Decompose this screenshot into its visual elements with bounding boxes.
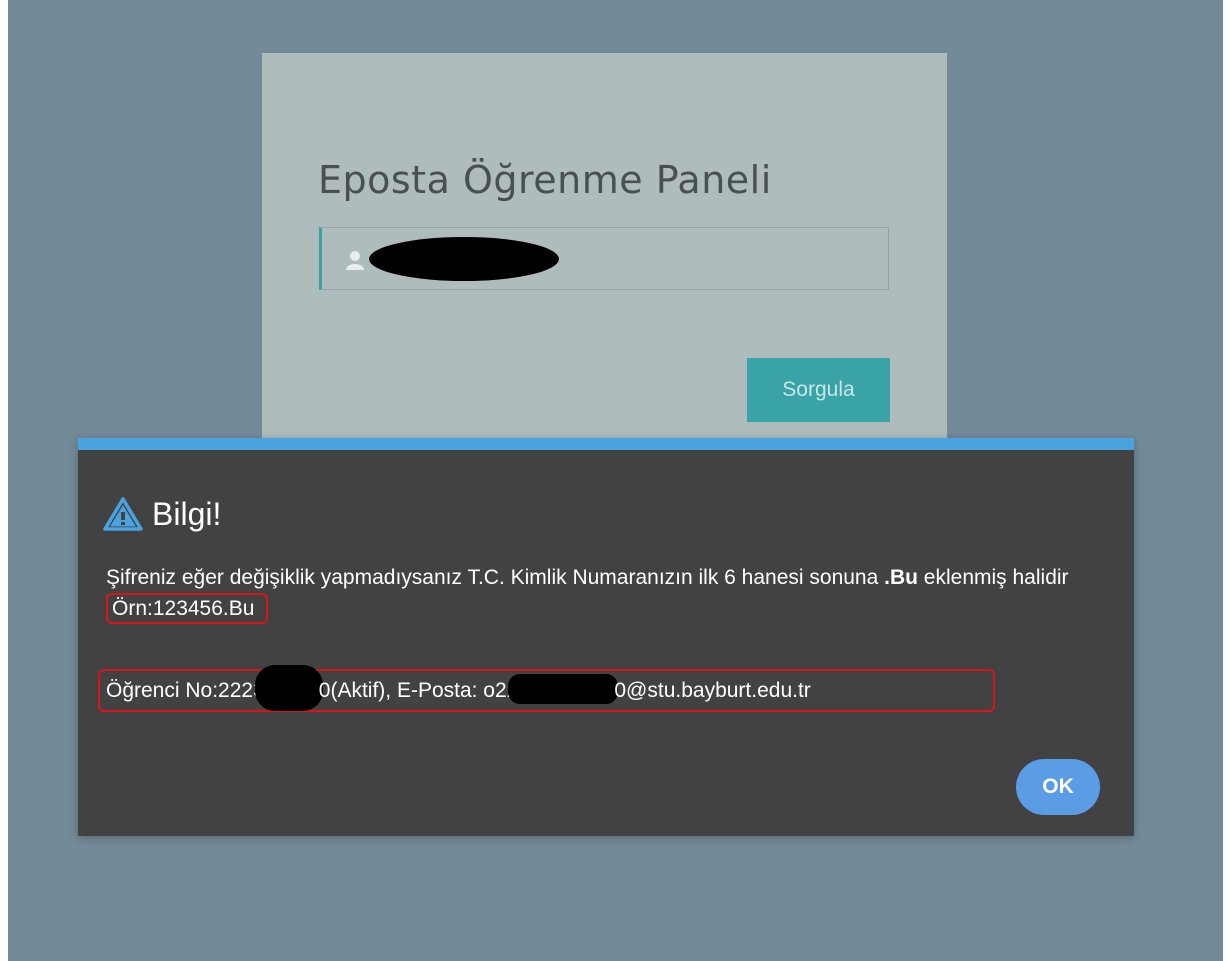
ok-button[interactable]: OK <box>1016 759 1100 815</box>
dialog-message: Şifreniz eğer değişiklik yapmadıysanız T… <box>106 562 1106 624</box>
redaction-mark <box>254 665 323 712</box>
password-example-highlight: Örn:123456.Bu <box>106 593 269 624</box>
login-panel: Eposta Öğrenme Paneli Sorgula <box>262 53 947 453</box>
email-suffix: 0@stu.bayburt.edu.tr <box>614 679 811 702</box>
student-number-suffix: 0(Aktif), E-Posta: o22 <box>318 679 519 702</box>
user-icon <box>346 250 364 270</box>
sorgula-button[interactable]: Sorgula <box>747 358 890 422</box>
redaction-mark <box>508 674 619 705</box>
info-dialog: Bilgi! Şifreniz eğer değişiklik yapmadıy… <box>78 438 1134 836</box>
user-input-group <box>319 227 889 291</box>
dialog-title: Bilgi! <box>152 496 222 532</box>
panel-title: Eposta Öğrenme Paneli <box>318 158 772 203</box>
student-info-highlight: Öğrenci No:2223 0(Aktif), E-Posta: o22 0@s… <box>98 665 995 712</box>
warning-icon <box>103 497 143 531</box>
dialog-header: Bilgi! <box>103 496 221 532</box>
message-bold-suffix: .Bu <box>884 566 918 589</box>
redaction-mark <box>369 237 559 281</box>
message-text-2: eklenmiş halidir <box>917 566 1069 589</box>
student-number-prefix: Öğrenci No:2223 <box>106 679 265 702</box>
message-text-1: Şifreniz eğer değişiklik yapmadıysanız T… <box>106 566 885 589</box>
